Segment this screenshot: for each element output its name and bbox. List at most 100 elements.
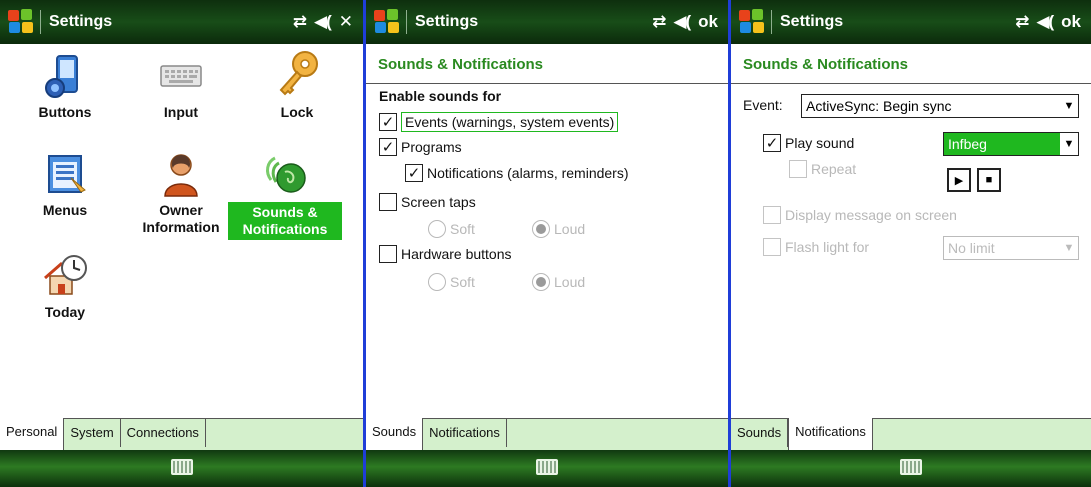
volume-icon[interactable]: ◀( bbox=[314, 12, 332, 32]
notifications-label: Notifications (alarms, reminders) bbox=[427, 165, 629, 181]
keyboard-icon[interactable] bbox=[536, 459, 558, 475]
hardware-buttons-checkbox-row[interactable]: Hardware buttons bbox=[379, 245, 512, 263]
tab-bar: Personal System Connections bbox=[0, 418, 363, 450]
soft-radio[interactable] bbox=[428, 220, 446, 238]
title-separator bbox=[771, 10, 772, 34]
settings-personal-screen: Settings ⇄ ◀( ✕ Buttons Input Lock Menus… bbox=[0, 0, 363, 487]
item-label: Menus bbox=[42, 202, 88, 218]
close-button[interactable]: ✕ bbox=[339, 12, 353, 32]
title-bar: Settings ⇄ ◀( ok bbox=[366, 0, 728, 44]
events-checkbox[interactable]: ✓ bbox=[379, 113, 397, 131]
loud-label: Loud bbox=[554, 221, 586, 237]
play-sound-checkbox-row[interactable]: ✓ Play sound bbox=[763, 134, 854, 152]
soft-radio[interactable] bbox=[428, 273, 446, 291]
windows-logo-icon[interactable] bbox=[739, 9, 765, 35]
connectivity-icon[interactable]: ⇄ bbox=[652, 12, 666, 32]
sounds-notifications-item[interactable]: Sounds & Notifications bbox=[228, 150, 342, 240]
hardware-loud-radio-row[interactable]: Loud bbox=[532, 273, 585, 291]
tab-notifications[interactable]: Notifications bbox=[423, 419, 507, 447]
hardware-soft-radio-row[interactable]: Soft bbox=[428, 273, 475, 291]
key-icon bbox=[279, 51, 318, 96]
flash-light-checkbox-row[interactable]: Flash light for bbox=[763, 238, 869, 256]
today-item[interactable]: Today bbox=[10, 252, 120, 321]
today-icon bbox=[44, 255, 87, 295]
item-label: Input bbox=[163, 104, 199, 120]
window-title: Settings bbox=[415, 13, 479, 30]
ok-button[interactable]: ok bbox=[1061, 12, 1081, 32]
keyboard-icon[interactable] bbox=[170, 459, 193, 475]
hardware-buttons-checkbox[interactable] bbox=[379, 245, 397, 263]
soft-label: Soft bbox=[450, 221, 475, 237]
display-message-checkbox[interactable] bbox=[763, 206, 781, 224]
notifications-checkbox-row[interactable]: ✓ Notifications (alarms, reminders) bbox=[405, 164, 629, 182]
chevron-down-icon: ▼ bbox=[1063, 100, 1075, 112]
flash-duration-value: No limit bbox=[948, 240, 995, 256]
lock-item[interactable]: Lock bbox=[242, 48, 352, 121]
volume-icon[interactable]: ◀( bbox=[1036, 12, 1054, 32]
ok-button[interactable]: ok bbox=[698, 12, 718, 32]
menus-item[interactable]: Menus bbox=[10, 150, 120, 219]
events-label: Events (warnings, system events) bbox=[401, 112, 619, 132]
repeat-checkbox-row[interactable]: Repeat bbox=[789, 160, 856, 178]
notifications-tab-screen: Settings ⇄ ◀( ok Sounds & Notifications … bbox=[731, 0, 1091, 487]
section-header: Sounds & Notifications bbox=[731, 44, 1091, 84]
play-sound-checkbox[interactable]: ✓ bbox=[763, 134, 781, 152]
programs-checkbox[interactable]: ✓ bbox=[379, 138, 397, 156]
play-sound-label: Play sound bbox=[785, 135, 855, 151]
menus-icon bbox=[48, 155, 86, 193]
display-message-label: Display message on screen bbox=[785, 207, 957, 223]
tab-notifications[interactable]: Notifications bbox=[788, 418, 873, 450]
play-button[interactable]: ▶ bbox=[947, 168, 971, 192]
person-icon bbox=[164, 154, 198, 197]
tab-sounds[interactable]: Sounds bbox=[366, 418, 424, 450]
play-icon: ▶ bbox=[954, 174, 964, 187]
windows-logo-icon[interactable] bbox=[8, 9, 34, 35]
loud-radio[interactable] bbox=[532, 273, 550, 291]
display-message-checkbox-row[interactable]: Display message on screen bbox=[763, 206, 957, 224]
events-checkbox-row[interactable]: ✓ Events (warnings, system events) bbox=[379, 112, 619, 132]
tab-personal[interactable]: Personal bbox=[0, 418, 65, 450]
programs-checkbox-row[interactable]: ✓ Programs bbox=[379, 138, 462, 156]
item-label: Lock bbox=[280, 104, 314, 120]
screen-taps-soft-radio-row[interactable]: Soft bbox=[428, 220, 475, 238]
connectivity-icon[interactable]: ⇄ bbox=[293, 12, 307, 32]
title-bar: Settings ⇄ ◀( ok bbox=[731, 0, 1091, 44]
hardware-buttons-label: Hardware buttons bbox=[401, 246, 512, 262]
volume-icon[interactable]: ◀( bbox=[673, 12, 691, 32]
notifications-checkbox[interactable]: ✓ bbox=[405, 164, 423, 182]
input-item[interactable]: Input bbox=[126, 52, 236, 121]
enable-sounds-label: Enable sounds for bbox=[379, 88, 502, 104]
title-separator bbox=[40, 10, 41, 34]
loud-label: Loud bbox=[554, 274, 586, 290]
connectivity-icon[interactable]: ⇄ bbox=[1015, 12, 1029, 32]
repeat-label: Repeat bbox=[811, 161, 857, 177]
stop-button[interactable]: ■ bbox=[977, 168, 1001, 192]
tab-system[interactable]: System bbox=[64, 419, 121, 447]
screen-taps-checkbox[interactable] bbox=[379, 193, 397, 211]
keyboard-icon[interactable] bbox=[900, 459, 922, 475]
repeat-checkbox[interactable] bbox=[789, 160, 807, 178]
stop-icon: ■ bbox=[985, 174, 993, 186]
bottom-bar bbox=[731, 450, 1091, 487]
owner-information-item[interactable]: Owner Information bbox=[126, 150, 236, 236]
item-label: Buttons bbox=[38, 104, 92, 120]
programs-label: Programs bbox=[401, 139, 462, 155]
buttons-icon bbox=[45, 55, 78, 98]
event-dropdown-value: ActiveSync: Begin sync bbox=[806, 98, 952, 114]
flash-light-checkbox[interactable] bbox=[763, 238, 781, 256]
windows-logo-icon[interactable] bbox=[374, 9, 400, 35]
buttons-item[interactable]: Buttons bbox=[10, 52, 120, 121]
sound-dropdown[interactable]: Infbeg ▼ bbox=[943, 132, 1079, 156]
sound-dropdown-value: Infbeg bbox=[948, 136, 987, 152]
event-dropdown[interactable]: ActiveSync: Begin sync ▼ bbox=[801, 94, 1079, 118]
window-title: Settings bbox=[49, 13, 113, 30]
tab-connections[interactable]: Connections bbox=[120, 419, 206, 447]
title-separator bbox=[406, 10, 407, 34]
screen-taps-loud-radio-row[interactable]: Loud bbox=[532, 220, 585, 238]
tab-sounds[interactable]: Sounds bbox=[731, 419, 789, 447]
section-header: Sounds & Notifications bbox=[366, 44, 728, 84]
flash-duration-dropdown[interactable]: No limit ▼ bbox=[943, 236, 1079, 260]
loud-radio[interactable] bbox=[532, 220, 550, 238]
window-title: Settings bbox=[780, 13, 844, 30]
screen-taps-checkbox-row[interactable]: Screen taps bbox=[379, 193, 476, 211]
